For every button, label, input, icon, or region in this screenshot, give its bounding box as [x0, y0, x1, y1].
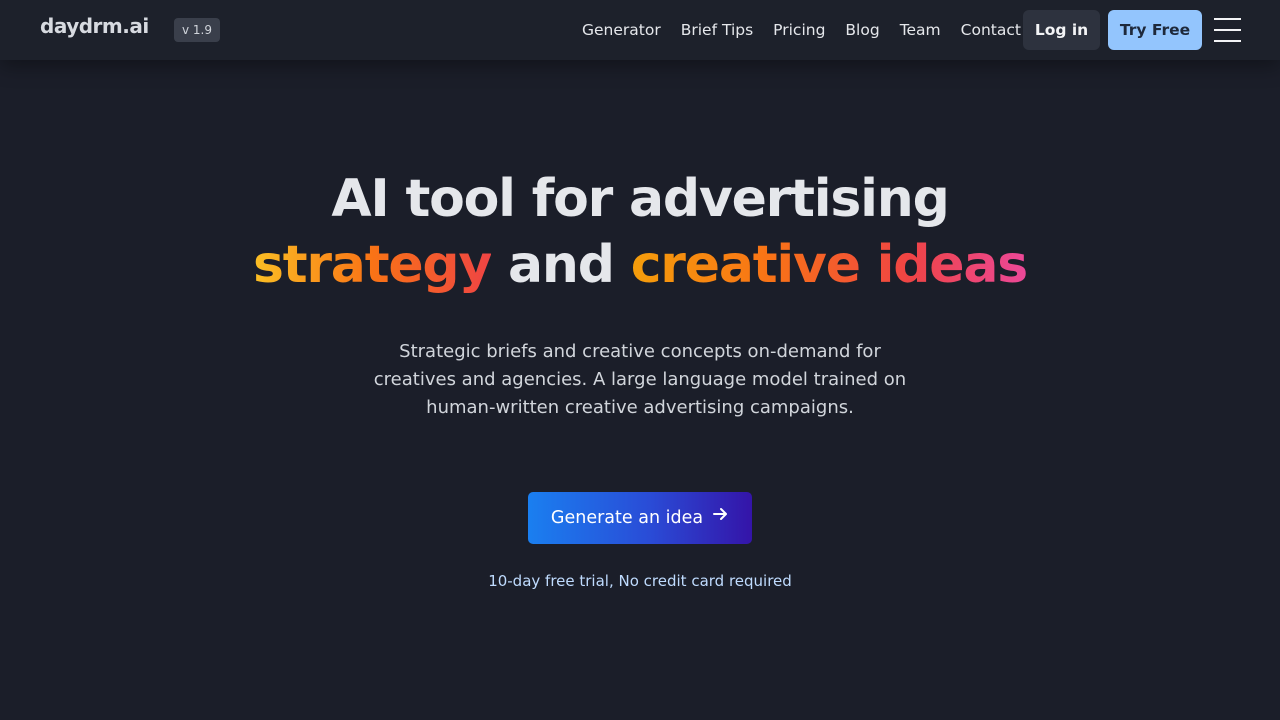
generate-idea-button[interactable]: Generate an idea: [528, 492, 752, 544]
nav-link-team[interactable]: Team: [890, 20, 951, 40]
main-nav: Generator Brief Tips Pricing Blog Team C…: [572, 20, 1031, 40]
site-logo[interactable]: daydrm.ai: [40, 14, 149, 38]
trial-note: 10-day free trial, No credit card requir…: [488, 572, 792, 590]
try-free-button[interactable]: Try Free: [1108, 10, 1202, 50]
hero-title-line1: AI tool for advertising: [331, 169, 949, 229]
landing-page: daydrm.ai v 1.9 Generator Brief Tips Pri…: [0, 0, 1280, 720]
nav-link-brief-tips[interactable]: Brief Tips: [671, 20, 763, 40]
generate-idea-label: Generate an idea: [550, 508, 704, 528]
hero-title-strategy: strategy: [252, 235, 492, 295]
arrow-right-icon: [711, 492, 729, 544]
nav-link-generator[interactable]: Generator: [572, 20, 671, 40]
nav-link-contact[interactable]: Contact: [951, 20, 1031, 40]
login-button[interactable]: Log in: [1023, 10, 1100, 50]
hero-title-and: and: [508, 235, 615, 295]
hamburger-menu-icon[interactable]: [1214, 17, 1241, 43]
hero-title: AI tool for advertising strategy and cre…: [0, 166, 1280, 298]
version-badge: v 1.9: [174, 18, 220, 42]
nav-link-pricing[interactable]: Pricing: [763, 20, 835, 40]
nav-link-blog[interactable]: Blog: [835, 20, 889, 40]
top-navbar: daydrm.ai v 1.9 Generator Brief Tips Pri…: [0, 0, 1280, 60]
hero-subtitle: Strategic briefs and creative concepts o…: [373, 341, 907, 418]
hero-title-creative-ideas: creative ideas: [630, 235, 1029, 295]
